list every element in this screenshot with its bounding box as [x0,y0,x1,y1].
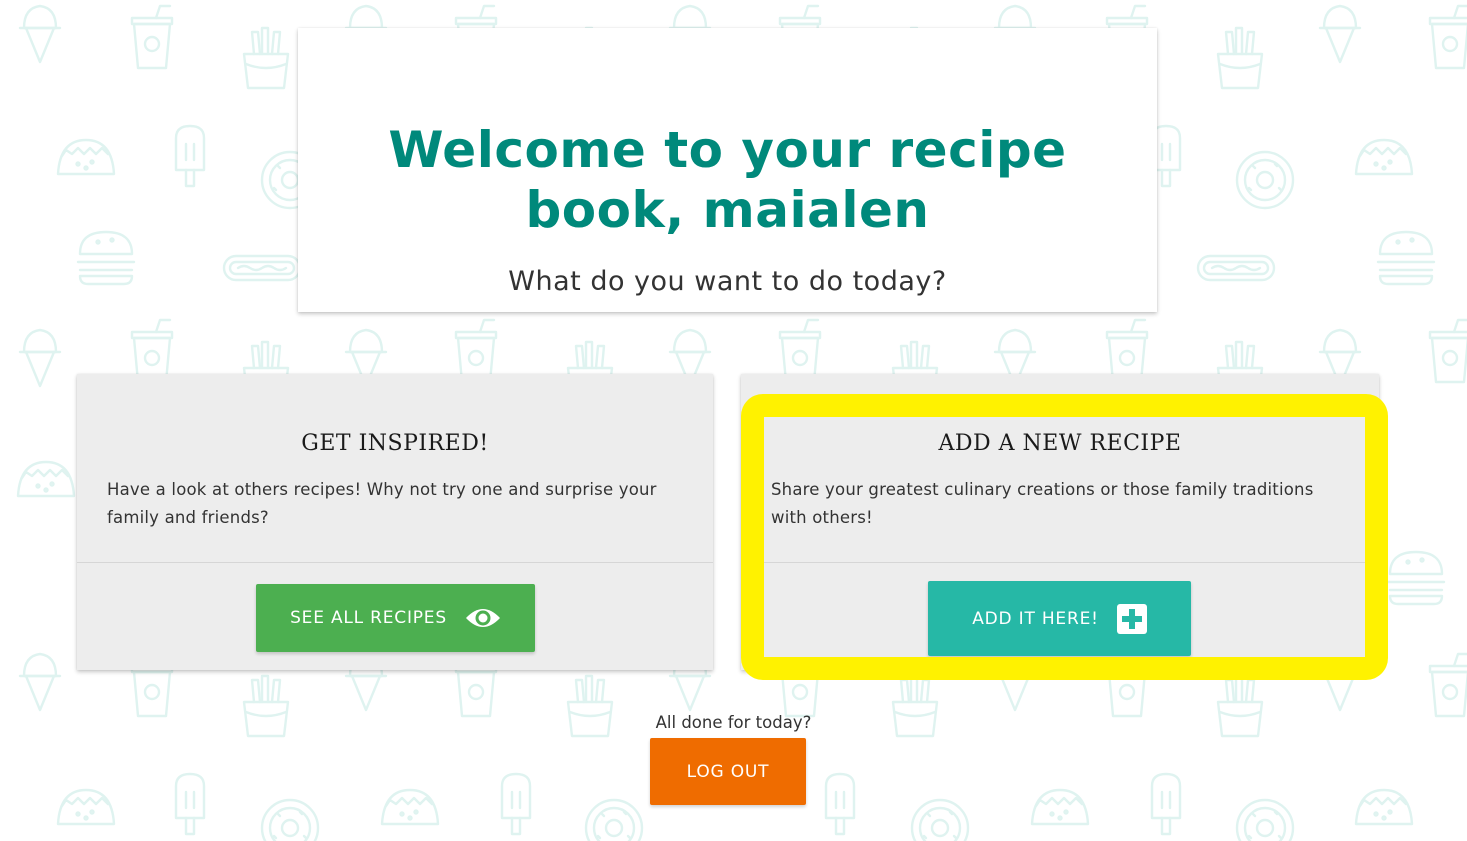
plus-square-icon [1116,603,1147,634]
get-inspired-card: GET INSPIRED! Have a look at others reci… [77,374,713,670]
add-recipe-text: Share your greatest culinary creations o… [771,480,1314,527]
add-it-here-label: ADD IT HERE! [972,608,1099,629]
get-inspired-title: GET INSPIRED! [301,431,489,456]
add-recipe-title: ADD A NEW RECIPE [938,431,1182,456]
logout-button[interactable]: LOG OUT [650,738,806,805]
card-divider [741,562,1379,563]
logout-prompt: All done for today? [655,713,812,732]
eye-icon [465,606,501,630]
page-title: Welcome to your recipe book, maialen [388,121,1067,239]
welcome-card: Welcome to your recipe book, maialen Wha… [298,28,1157,312]
see-all-recipes-button[interactable]: SEE ALL RECIPES [256,584,535,652]
logout-label: LOG OUT [686,761,770,782]
card-divider [77,562,713,563]
see-all-recipes-label: SEE ALL RECIPES [290,608,447,628]
page-subtitle: What do you want to do today? [508,266,947,297]
add-recipe-card: ADD A NEW RECIPE Share your greatest cul… [741,374,1379,670]
get-inspired-text: Have a look at others recipes! Why not t… [107,480,657,527]
add-it-here-button[interactable]: ADD IT HERE! [928,581,1191,656]
